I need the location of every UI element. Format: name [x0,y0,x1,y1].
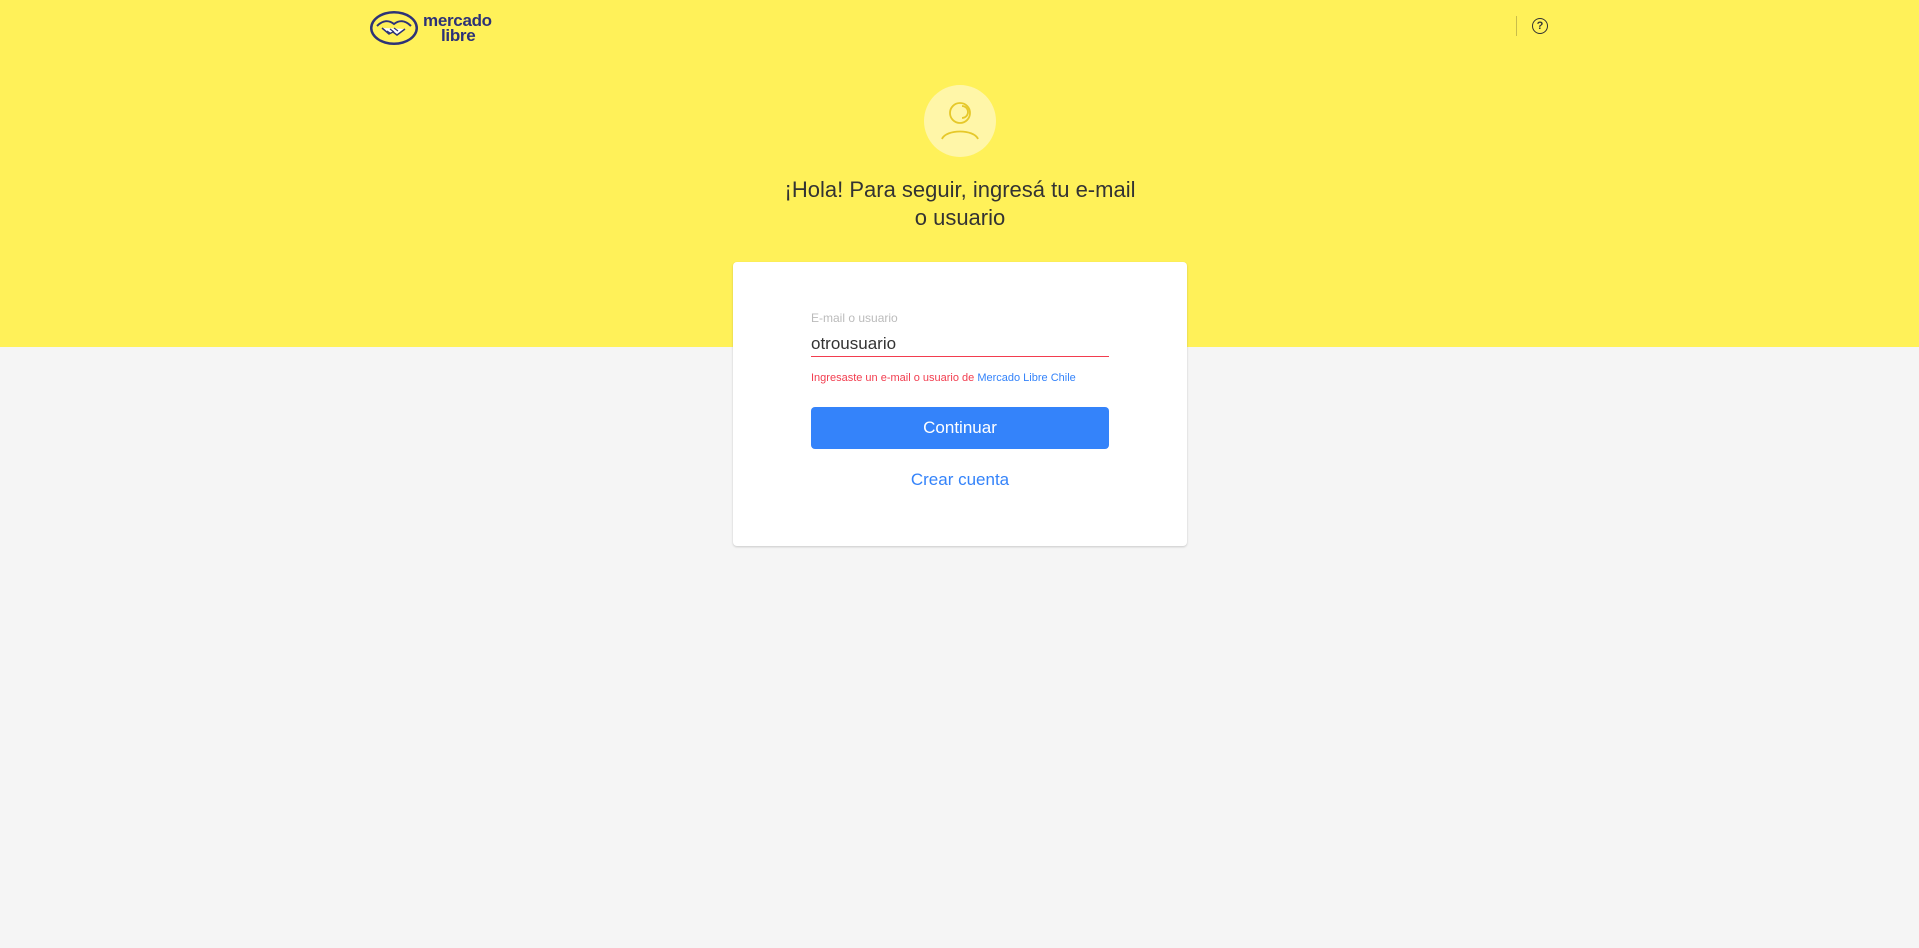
help-symbol: ? [1536,20,1544,32]
continue-button[interactable]: Continuar [811,407,1109,449]
handshake-icon [370,11,418,45]
title-line-2: o usuario [914,205,1006,230]
page-title: ¡Hola! Para seguir, ingresá tu e-mail o … [760,176,1160,232]
avatar [924,85,996,157]
header-divider [1516,16,1517,36]
email-field[interactable] [811,332,1109,357]
title-line-1: ¡Hola! Para seguir, ingresá tu e-mail [784,177,1136,202]
error-text: Ingresaste un e-mail o usuario de [811,372,978,384]
question-circle-icon[interactable]: ? [1532,18,1548,34]
email-field-label: E-mail o usuario [811,311,898,325]
header-help: ? [1516,15,1548,37]
error-site-link[interactable]: Mercado Libre Chile [977,372,1075,384]
user-icon [941,102,979,140]
login-card: E-mail o usuario Ingresaste un e-mail o … [733,262,1187,546]
create-account-link[interactable]: Crear cuenta [811,470,1109,490]
logo-line-2: libre [441,26,476,45]
logo-wordmark: mercado libre [423,12,492,45]
mercado-libre-logo[interactable]: mercado libre [369,8,492,48]
email-field-error: Ingresaste un e-mail o usuario de Mercad… [811,372,1076,384]
